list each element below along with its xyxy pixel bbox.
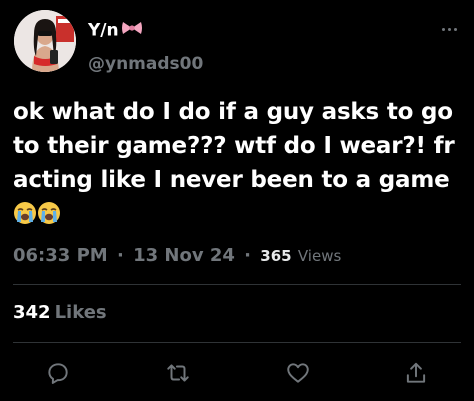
views-count: 365 — [260, 247, 292, 265]
views-label: Views — [297, 247, 342, 265]
meta-separator: · — [244, 245, 251, 266]
tweet-text: ok what do I do if a guy asks to go to t… — [13, 95, 465, 235]
avatar-image — [14, 10, 76, 72]
retweet-icon[interactable] — [165, 360, 191, 386]
avatar[interactable] — [14, 10, 76, 72]
like-icon[interactable] — [285, 360, 311, 386]
bow-icon — [121, 20, 143, 41]
divider — [13, 284, 461, 285]
author-handle[interactable]: @ynmads00 — [88, 54, 203, 74]
tweet-metadata: 06:33 PM · 13 Nov 24 · 365 Views — [13, 245, 341, 266]
tweet-time[interactable]: 06:33 PM — [13, 245, 108, 266]
meta-separator: · — [116, 245, 124, 266]
more-options-icon[interactable] — [440, 26, 460, 34]
tweet-date[interactable]: 13 Nov 24 — [133, 245, 235, 266]
reply-icon[interactable] — [45, 360, 71, 386]
author-name[interactable]: Y/n — [88, 20, 143, 41]
author-name-text: Y/n — [88, 20, 119, 41]
likes-summary[interactable]: 342 Likes — [13, 302, 107, 323]
loudly-crying-face-icon — [37, 201, 61, 235]
share-icon[interactable] — [403, 360, 429, 386]
loudly-crying-face-icon — [13, 201, 37, 235]
tweet-text-content: ok what do I do if a guy asks to go to t… — [13, 99, 455, 193]
likes-label: Likes — [54, 302, 107, 323]
divider — [13, 342, 461, 343]
likes-count: 342 — [13, 302, 51, 323]
tweet-card: Y/n @ynmads00 ok what do I do if a guy a… — [0, 0, 474, 401]
action-bar — [0, 360, 474, 386]
